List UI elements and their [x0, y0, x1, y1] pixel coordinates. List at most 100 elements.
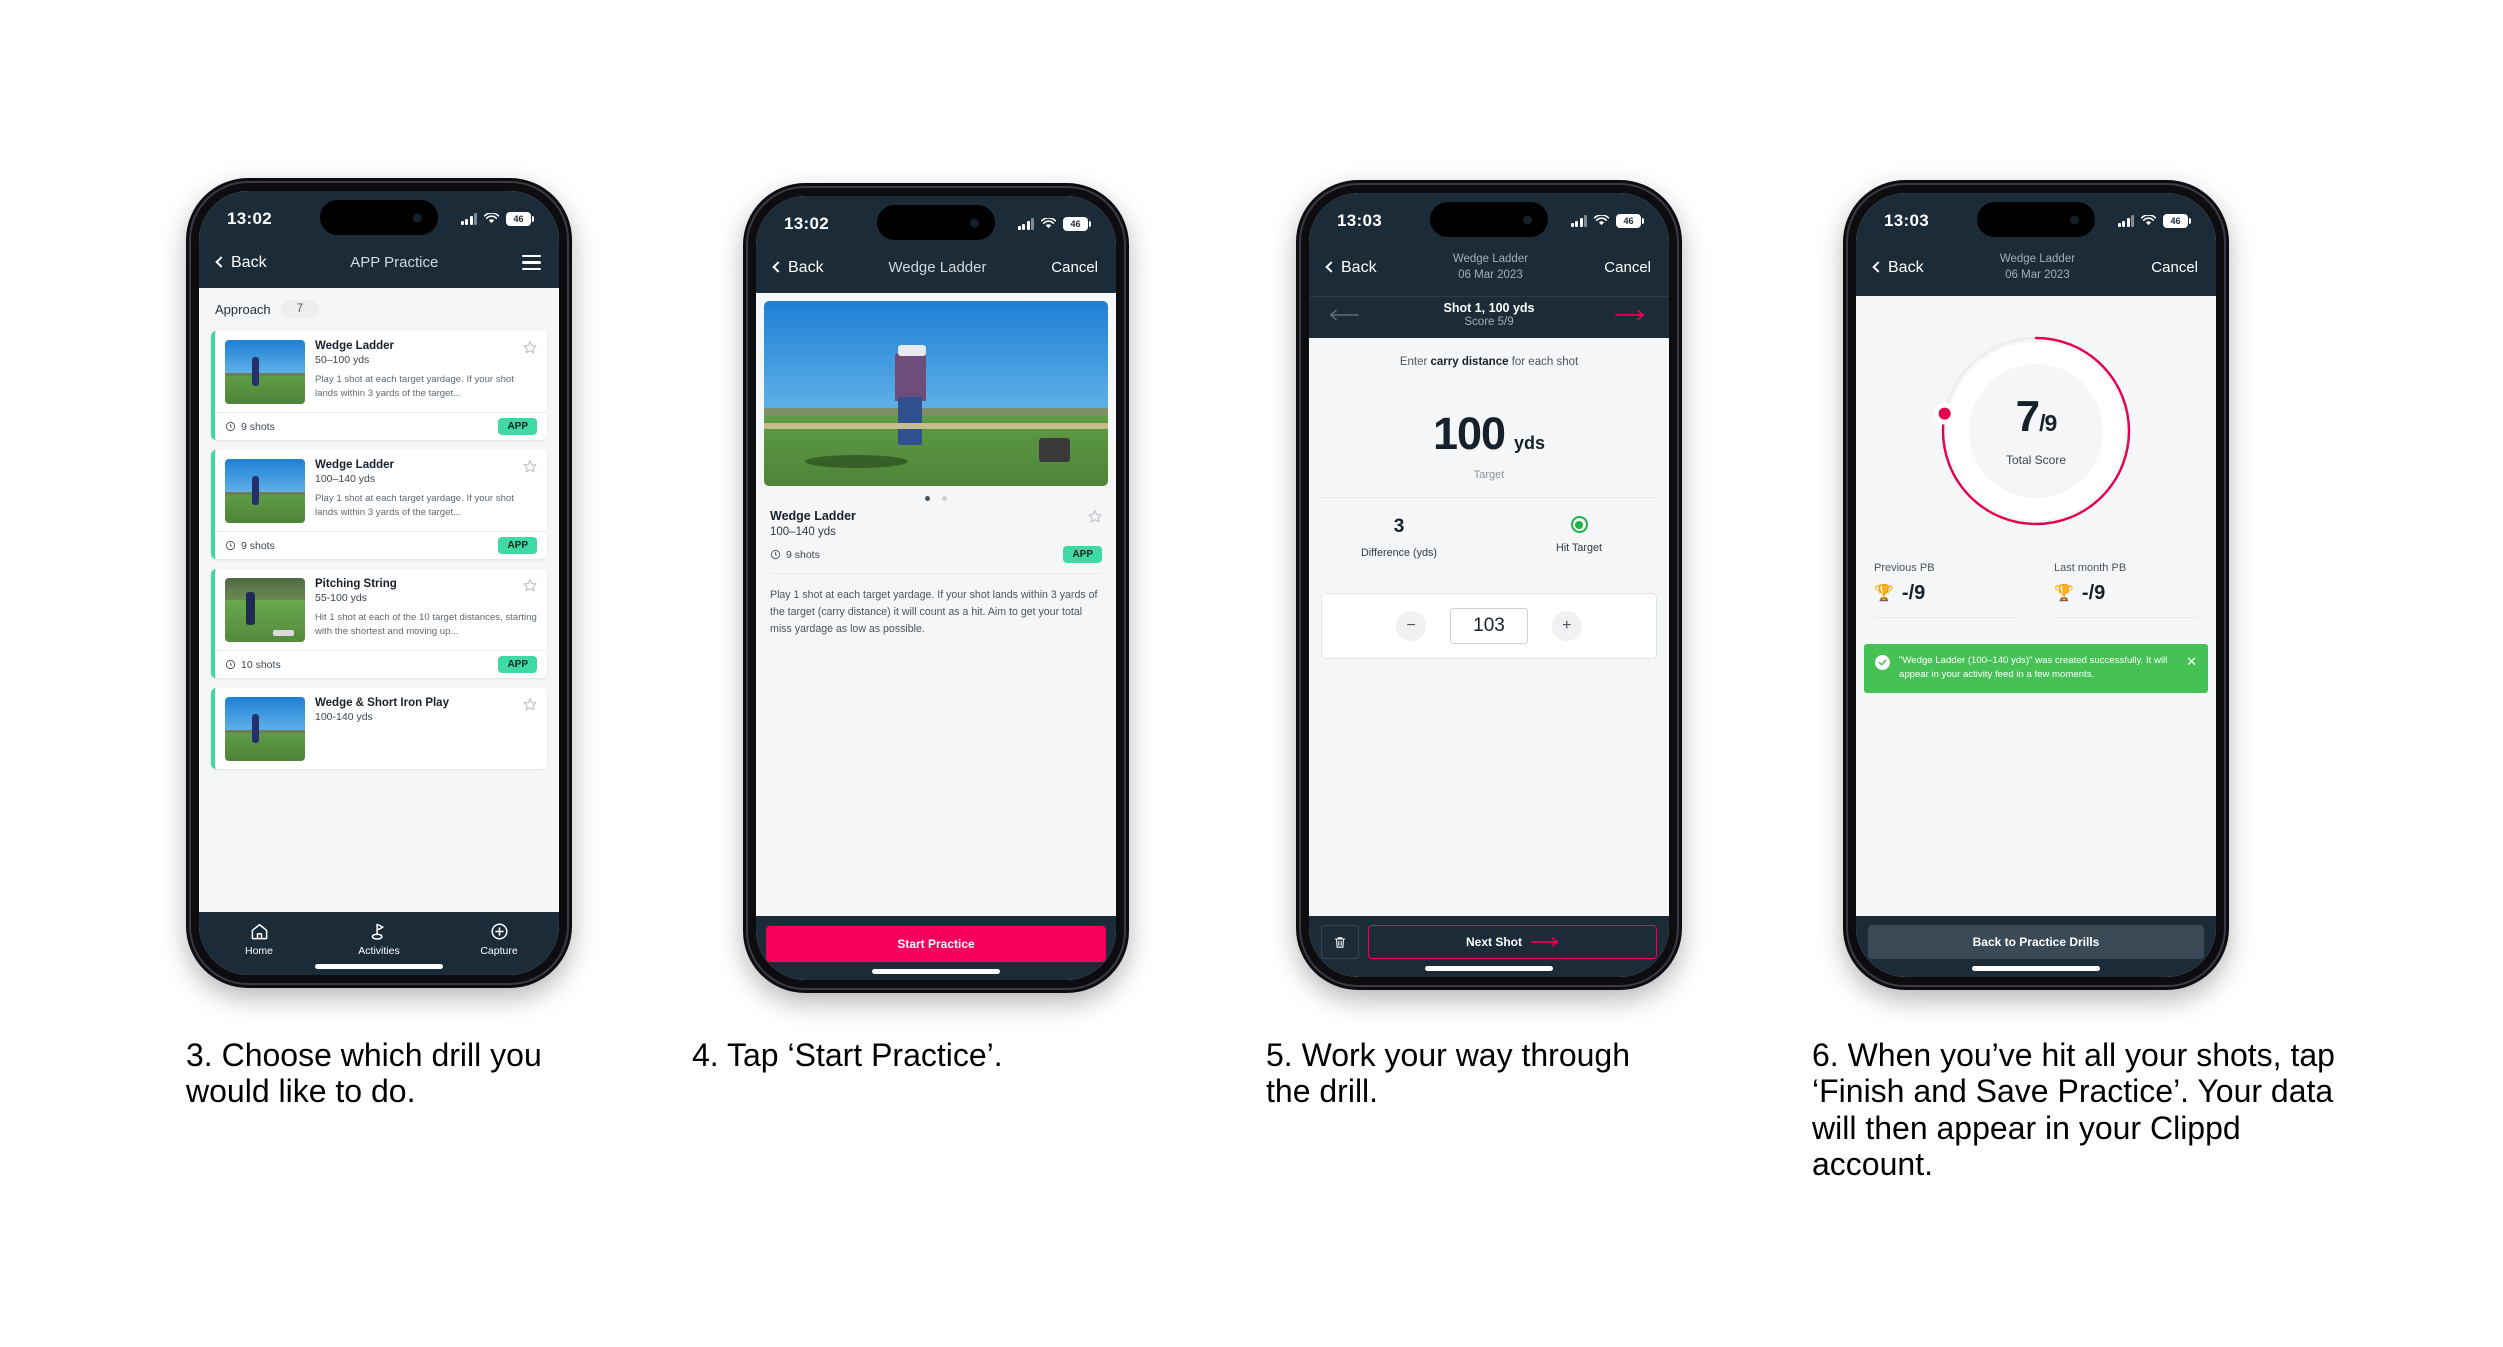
back-label: Back	[1888, 258, 1924, 276]
favorite-star-icon[interactable]	[1088, 509, 1102, 523]
increment-button[interactable]: +	[1551, 611, 1582, 642]
previous-shot-button[interactable]	[1329, 308, 1363, 322]
favorite-star-icon[interactable]	[523, 578, 537, 592]
back-button[interactable]: Back	[1325, 259, 1377, 277]
shot-stats-row: 3 Difference (yds) Hit Target	[1309, 498, 1669, 559]
carousel-dots[interactable]	[756, 486, 1116, 507]
target-distance-unit: yds	[1514, 433, 1546, 454]
cancel-button[interactable]: Cancel	[1604, 259, 1651, 276]
wifi-icon	[484, 213, 499, 225]
list-item[interactable]: Wedge & Short Iron Play 100-140 yds	[211, 688, 547, 769]
decrement-button[interactable]: −	[1396, 611, 1427, 642]
hamburger-icon[interactable]	[522, 254, 541, 271]
score-numerator: 7	[2015, 392, 2041, 442]
nav-bar: Back Wedge Ladder Cancel	[756, 248, 1116, 293]
section-header: Approach 7	[199, 288, 559, 326]
back-button[interactable]: Back	[772, 259, 824, 277]
tab-home[interactable]: Home	[199, 921, 319, 957]
trophy-icon: 🏆	[1874, 584, 1894, 602]
card-text: Wedge & Short Iron Play 100-140 yds	[315, 697, 537, 761]
drill-description: Hit 1 shot at each of the 10 target dist…	[315, 612, 537, 637]
section-label: Approach	[215, 301, 271, 317]
dynamic-island	[1977, 202, 2095, 237]
golf-flag-icon	[319, 921, 439, 941]
chevron-left-icon	[1325, 261, 1337, 273]
favorite-star-icon[interactable]	[523, 340, 537, 354]
drill-title: Pitching String	[315, 578, 397, 590]
category-tag: APP	[1063, 546, 1102, 563]
score-ring-center: 7/9 Total Score	[1931, 326, 2141, 536]
nav-title-wrap: Wedge Ladder	[824, 259, 1052, 276]
trash-icon	[1334, 936, 1346, 948]
card-body: Wedge Ladder 50–100 yds Play 1 shot at e…	[215, 331, 547, 412]
list-item[interactable]: Wedge Ladder 100–140 yds Play 1 shot at …	[211, 450, 547, 559]
hit-target-indicator-icon	[1570, 516, 1588, 534]
card-body: Pitching String 55-100 yds Hit 1 shot at…	[215, 569, 547, 650]
card-footer: 9 shots APP	[215, 412, 547, 440]
card-text: Pitching String 55-100 yds Hit 1 shot at…	[315, 578, 537, 642]
status-indicators: 46	[2117, 214, 2191, 228]
dynamic-island	[877, 205, 995, 240]
page-title: APP Practice	[350, 254, 439, 271]
hit-target-label: Hit Target	[1555, 542, 1602, 555]
phone-4-score-summary: 13:03 46 Back Wedge Ladder 06 Mar 2023 C…	[1843, 180, 2229, 990]
drill-yardage: 100–140 yds	[315, 473, 376, 485]
clock-icon	[770, 549, 781, 560]
clock-icon	[225, 540, 236, 551]
last-month-pb-label: Last month PB	[2054, 562, 2127, 575]
carousel-dot-active[interactable]	[925, 496, 930, 501]
tab-label: Capture	[480, 945, 518, 957]
start-practice-button[interactable]: Start Practice	[766, 926, 1106, 962]
plus-circle-icon	[439, 921, 559, 941]
carry-distance-stepper[interactable]: − 103 +	[1321, 593, 1657, 660]
tab-activities[interactable]: Activities	[319, 921, 439, 957]
list-item[interactable]: Pitching String 55-100 yds Hit 1 shot at…	[211, 569, 547, 678]
wifi-icon	[1594, 215, 1609, 227]
battery-indicator: 46	[1616, 214, 1644, 228]
shots-count: 9 shots	[786, 548, 820, 561]
phone-1-screen: 13:02 46 Back APP Practice Approach 7 We…	[199, 191, 559, 975]
favorite-star-icon[interactable]	[523, 459, 537, 473]
phone-2-drill-detail: 13:02 46 Back Wedge Ladder Cancel Wedge …	[743, 183, 1129, 993]
front-camera-icon	[413, 213, 422, 222]
status-time: 13:02	[784, 214, 829, 233]
stat-hit-target: Hit Target	[1489, 516, 1669, 559]
front-camera-icon	[970, 218, 979, 227]
close-icon[interactable]: ✕	[2186, 655, 2197, 683]
card-body: Wedge & Short Iron Play 100-140 yds	[215, 688, 547, 769]
delete-shot-button[interactable]	[1321, 925, 1359, 959]
favorite-star-icon[interactable]	[523, 697, 537, 711]
cancel-button[interactable]: Cancel	[2151, 259, 2198, 276]
drill-thumbnail	[225, 697, 305, 761]
next-shot-arrow-button[interactable]	[1615, 308, 1649, 322]
drill-title: Wedge & Short Iron Play	[315, 697, 449, 709]
home-icon	[199, 921, 319, 941]
previous-pb-value-row: 🏆 -/9	[1874, 582, 2018, 619]
shot-info: Shot 1, 100 yds Score 5/9	[1363, 301, 1615, 328]
arrow-right-icon	[1615, 309, 1645, 320]
cta-footer: Start Practice	[756, 916, 1116, 980]
carousel-dot[interactable]	[942, 496, 947, 501]
back-to-practice-drills-button[interactable]: Back to Practice Drills	[1868, 925, 2204, 959]
category-tag: APP	[498, 656, 537, 673]
score-summary-content: 7/9 Total Score Previous PB 🏆 -/9 Last m…	[1856, 296, 2216, 916]
hint-post: for each shot	[1508, 356, 1579, 369]
list-item[interactable]: Wedge Ladder 50–100 yds Play 1 shot at e…	[211, 331, 547, 440]
arrow-right-icon	[1531, 937, 1559, 947]
cancel-button[interactable]: Cancel	[1051, 259, 1098, 276]
carry-distance-input[interactable]: 103	[1450, 608, 1528, 645]
stat-difference: 3 Difference (yds)	[1309, 516, 1489, 559]
back-button[interactable]: Back	[215, 254, 267, 272]
card-text: Wedge Ladder 100–140 yds Play 1 shot at …	[315, 459, 537, 523]
drill-description: Play 1 shot at each target yardage. If y…	[770, 589, 1098, 636]
battery-indicator: 46	[2163, 214, 2191, 228]
phone-1-drill-list: 13:02 46 Back APP Practice Approach 7 We…	[186, 178, 572, 988]
tab-capture[interactable]: Capture	[439, 921, 559, 957]
next-shot-button[interactable]: Next Shot	[1368, 925, 1657, 959]
status-bar: 13:03 46	[1856, 193, 2216, 245]
drill-list-content[interactable]: Approach 7 Wedge Ladder 50–100 yds Play …	[199, 288, 559, 912]
category-tag: APP	[498, 537, 537, 554]
check-circle-icon	[1875, 655, 1890, 671]
last-month-pb: Last month PB 🏆 -/9	[2036, 562, 2216, 619]
back-button[interactable]: Back	[1872, 258, 1924, 277]
